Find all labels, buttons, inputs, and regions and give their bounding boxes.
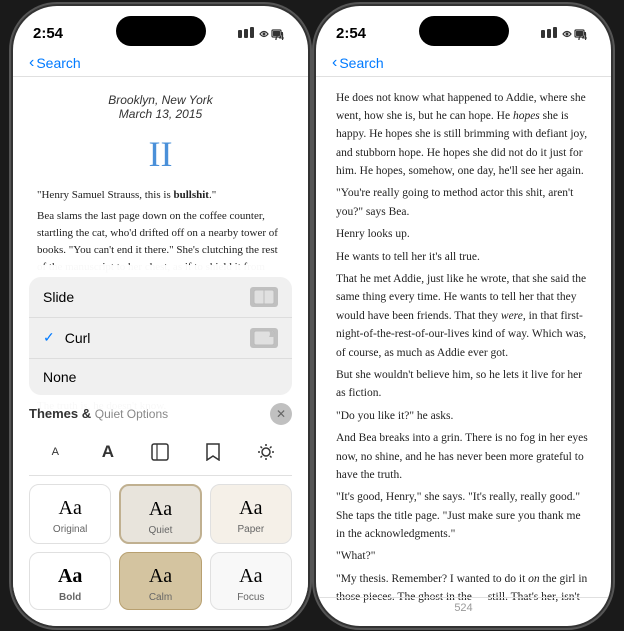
r-para-7: "Do you like it?" he asks. [336, 407, 591, 425]
r-para-1: He does not know what happened to Addie,… [336, 89, 591, 181]
page-number: 524 [316, 597, 611, 618]
status-icons-left: 74 [238, 27, 288, 41]
theme-bold[interactable]: Aa Bold [29, 552, 111, 610]
theme-focus-name: Focus [237, 592, 264, 603]
book-location: Brooklyn, New York [37, 93, 284, 107]
book-header: Brooklyn, New York March 13, 2015 [13, 77, 308, 129]
slide-icon [250, 287, 278, 307]
toolbar-row: A A [29, 429, 292, 476]
font-small-button[interactable]: A [37, 437, 73, 467]
r-para-6: But she wouldn't believe him, so he lets… [336, 366, 591, 403]
close-button[interactable]: ✕ [270, 403, 292, 425]
font-large-button[interactable]: A [90, 437, 126, 467]
svg-text:74: 74 [577, 32, 587, 41]
themes-header: Themes & Quiet Options ✕ [29, 403, 292, 425]
book-date: March 13, 2015 [37, 107, 284, 121]
theme-quiet-aa: Aa [149, 498, 172, 521]
r-para-3: Henry looks up. [336, 225, 591, 243]
transition-slide[interactable]: Slide [29, 277, 292, 318]
time-left: 2:54 [33, 25, 63, 42]
transition-curl[interactable]: ✓ Curl [29, 318, 292, 359]
theme-original-name: Original [53, 524, 87, 535]
theme-bold-aa: Aa [58, 565, 82, 588]
brightness-button[interactable] [248, 437, 284, 467]
none-label: None [43, 369, 76, 385]
back-button-left[interactable]: ‹ Search [29, 54, 81, 72]
curl-check: ✓ [43, 329, 55, 346]
theme-focus[interactable]: Aa Focus [210, 552, 292, 610]
reading-content: He does not know what happened to Addie,… [316, 77, 611, 609]
themes-title: Themes & Quiet Options [29, 406, 168, 421]
theme-paper-aa: Aa [239, 497, 262, 520]
right-phone: 2:54 74 ‹ Search He does not know what h… [316, 6, 611, 626]
nav-bar-right: ‹ Search [316, 50, 611, 77]
r-para-10: "What?" [336, 547, 591, 565]
para-1: "Henry Samuel Strauss, this is bullshit.… [37, 187, 284, 204]
theme-quiet[interactable]: Aa Quiet [119, 484, 201, 544]
r-para-5: That he met Addie, just like he wrote, t… [336, 270, 591, 362]
book-chapter: II [13, 129, 308, 179]
back-label-right: Search [339, 55, 383, 71]
transition-menu: Slide ✓ Curl [29, 277, 292, 395]
theme-paper[interactable]: Aa Paper [210, 484, 292, 544]
theme-quiet-name: Quiet [149, 525, 173, 536]
theme-calm-aa: Aa [149, 565, 172, 588]
theme-calm[interactable]: Aa Calm [119, 552, 201, 610]
nav-bar-left: ‹ Search [13, 50, 308, 77]
slide-label: Slide [43, 289, 74, 305]
bookmark-button[interactable] [195, 437, 231, 467]
back-label-left: Search [36, 55, 80, 71]
time-right: 2:54 [336, 25, 366, 42]
quiet-options: Quiet Options [95, 407, 168, 421]
theme-bold-name: Bold [59, 592, 81, 603]
svg-text:74: 74 [274, 32, 284, 41]
theme-original-aa: Aa [59, 497, 82, 520]
curl-label: Curl [65, 330, 91, 346]
r-para-8: And Bea breaks into a grin. There is no … [336, 429, 591, 484]
dynamic-island-right [419, 16, 509, 46]
r-para-2: "You're really going to method actor thi… [336, 184, 591, 221]
r-para-9: "It's good, Henry," she says. "It's real… [336, 488, 591, 543]
theme-focus-aa: Aa [239, 565, 262, 588]
r-para-4: He wants to tell her it's all true. [336, 248, 591, 266]
curl-icon [250, 328, 278, 348]
back-chevron-right: ‹ [332, 54, 337, 72]
dynamic-island [116, 16, 206, 46]
status-icons-right: 74 [541, 27, 591, 41]
layout-button[interactable] [142, 437, 178, 467]
back-chevron-left: ‹ [29, 54, 34, 72]
theme-original[interactable]: Aa Original [29, 484, 111, 544]
theme-grid: Aa Original Aa Quiet Aa Paper Aa Bold Aa… [29, 484, 292, 610]
overlay-panel: Slide ✓ Curl [13, 265, 308, 626]
transition-none[interactable]: None [29, 359, 292, 395]
theme-paper-name: Paper [237, 524, 264, 535]
back-button-right[interactable]: ‹ Search [332, 54, 384, 72]
left-phone: 2:54 74 ‹ Search Brooklyn, New York Ma [13, 6, 308, 626]
theme-calm-name: Calm [149, 592, 172, 603]
